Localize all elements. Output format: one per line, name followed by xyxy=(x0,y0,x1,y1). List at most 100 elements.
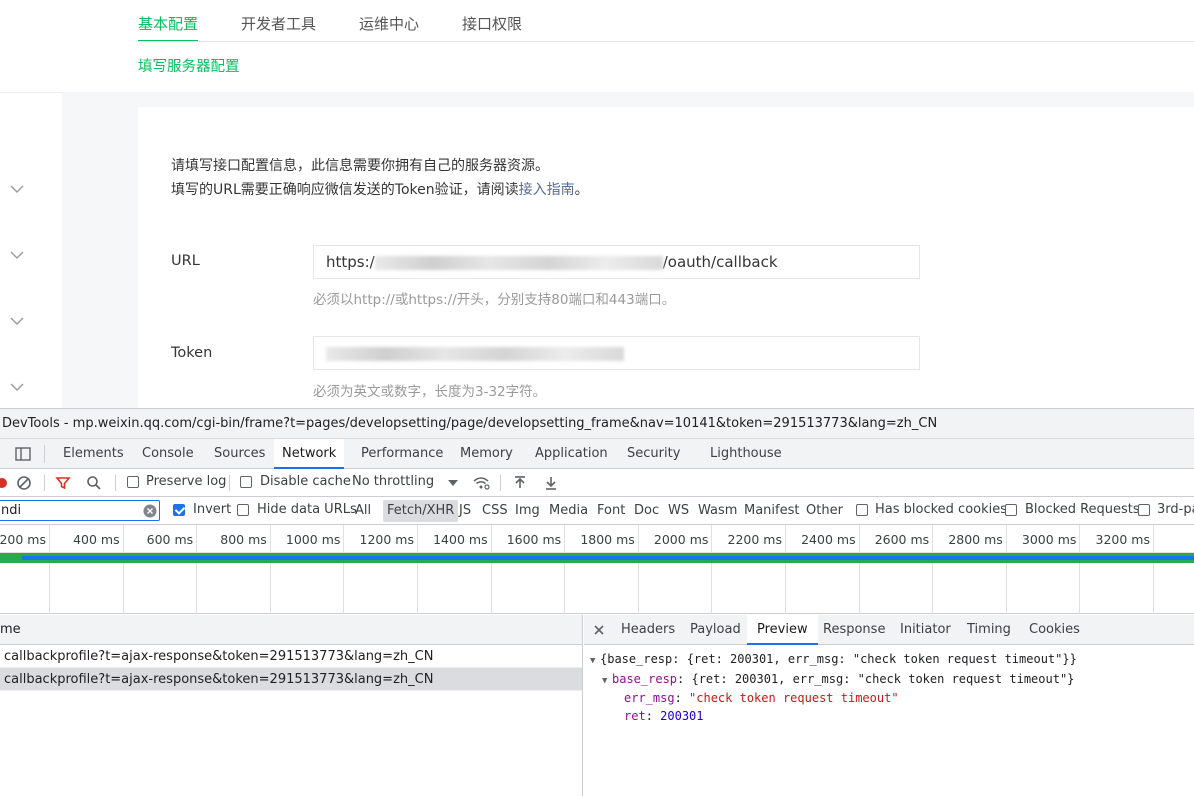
dropdown-arrow-icon[interactable] xyxy=(445,475,461,491)
request-detail-panel: Headers Payload Preview Response Initiat… xyxy=(584,615,1194,796)
timeline-tick-label: 800 ms xyxy=(220,532,267,547)
request-list: me callbackprofile?t=ajax-response&token… xyxy=(0,615,583,796)
chevron-down-icon[interactable] xyxy=(10,248,24,262)
tab-cookies[interactable]: Cookies xyxy=(1029,615,1080,645)
hide-data-urls-checkbox[interactable] xyxy=(237,504,249,516)
redacted-blur xyxy=(326,346,624,361)
preview-number-value: 200301 xyxy=(660,708,704,723)
preview-root-text: {base_resp: {ret: 200301, err_msg: "chec… xyxy=(600,652,1077,666)
record-icon[interactable] xyxy=(0,475,10,491)
tab-sources[interactable]: Sources xyxy=(214,439,265,469)
network-toolbar: Preserve log Disable cache No throttling xyxy=(0,469,1194,497)
filter-type-all[interactable]: All xyxy=(355,497,371,525)
blocked-requests-checkbox[interactable] xyxy=(1005,504,1017,516)
invert-checkbox[interactable] xyxy=(173,504,185,516)
timeline-tick-label: 2200 ms xyxy=(727,532,782,547)
clear-filter-icon[interactable] xyxy=(143,504,157,518)
export-har-icon[interactable] xyxy=(543,475,559,491)
tab-performance[interactable]: Performance xyxy=(361,439,443,469)
close-icon[interactable] xyxy=(592,622,606,636)
guide-link[interactable]: 接入指南 xyxy=(519,182,575,198)
sidebar-divider xyxy=(0,92,62,93)
timeline-tick: 2200 ms xyxy=(728,525,786,614)
network-timeline-overview[interactable]: 200 ms 400 ms 600 ms 800 ms 1000 ms 1200 ms 14… xyxy=(0,525,1194,614)
tab-payload[interactable]: Payload xyxy=(690,615,741,645)
tab-security[interactable]: Security xyxy=(627,439,680,469)
timeline-tick-label: 600 ms xyxy=(146,532,194,547)
disable-cache-label: Disable cache xyxy=(260,474,351,489)
request-row[interactable]: callbackprofile?t=ajax-response&token=29… xyxy=(0,668,582,691)
timeline-tick-label: 1600 ms xyxy=(506,532,562,547)
tab-developer-tools[interactable]: 开发者工具 xyxy=(241,0,316,42)
has-blocked-cookies-checkbox[interactable] xyxy=(856,504,868,516)
timeline-tick-label: 3000 ms xyxy=(1021,532,1077,547)
timeline-tick-label: 2400 ms xyxy=(801,532,856,547)
import-har-icon[interactable] xyxy=(512,475,528,491)
throttling-select[interactable]: No throttling xyxy=(352,474,434,489)
filter-type-font[interactable]: Font xyxy=(597,497,625,525)
filter-icon[interactable] xyxy=(55,475,71,491)
timeline-tick: 2600 ms xyxy=(875,525,934,614)
tab-timing[interactable]: Timing xyxy=(967,615,1011,645)
disable-cache-checkbox[interactable] xyxy=(240,476,252,488)
url-input[interactable]: https:/ /oauth/callback xyxy=(313,245,920,279)
chevron-down-icon[interactable] xyxy=(10,314,24,328)
timeline-tick: 1800 ms xyxy=(580,525,639,614)
tab-response[interactable]: Response xyxy=(823,615,885,645)
toolbar-divider xyxy=(44,445,45,463)
timeline-tick-label: 2600 ms xyxy=(874,532,930,547)
preview-root-line[interactable]: ▼ {base_resp: {ret: 200301, err_msg: "che… xyxy=(590,651,1194,671)
expand-triangle-icon[interactable]: ▼ xyxy=(602,673,612,691)
tab-api-permissions[interactable]: 接口权限 xyxy=(462,0,522,42)
page-tabs: 基本配置 开发者工具 运维中心 接口权限 xyxy=(138,0,565,42)
tab-elements[interactable]: Elements xyxy=(63,439,124,469)
filter-type-js[interactable]: JS xyxy=(459,497,471,525)
tab-initiator[interactable]: Initiator xyxy=(900,615,951,645)
filter-type-ws[interactable]: WS xyxy=(668,497,689,525)
filter-type-other[interactable]: Other xyxy=(806,497,843,525)
preview-err-msg-line: err_msg: "check token request timeout" xyxy=(624,691,899,705)
chevron-down-icon[interactable] xyxy=(10,182,24,196)
third-party-checkbox[interactable] xyxy=(1138,504,1150,516)
chevron-down-icon[interactable] xyxy=(10,380,24,394)
tab-application[interactable]: Application xyxy=(535,439,608,469)
token-input[interactable] xyxy=(313,336,920,370)
timeline-tick-label: 1400 ms xyxy=(433,532,488,547)
filter-input[interactable]: ndi xyxy=(0,500,160,521)
filter-type-wasm[interactable]: Wasm xyxy=(698,497,737,525)
url-hint: 必须以http://或https://开头，分别支持80端口和443端口。 xyxy=(313,292,676,308)
tab-network[interactable]: Network xyxy=(274,439,345,469)
request-list-header[interactable]: me xyxy=(0,615,582,645)
timeline-tick: 1400 ms xyxy=(433,525,492,614)
preview-base-resp-line[interactable]: ▼ base_resp: {ret: 200301, err_msg: "chec… xyxy=(590,671,1194,691)
timeline-ticks: 200 ms 400 ms 600 ms 800 ms 1000 ms 1200 ms 14… xyxy=(0,525,1194,614)
search-icon[interactable] xyxy=(86,475,102,491)
preserve-log-checkbox[interactable] xyxy=(127,476,139,488)
filter-type-css[interactable]: CSS xyxy=(482,497,508,525)
page-subtitle: 填写服务器配置 xyxy=(138,59,240,75)
dock-side-icon[interactable] xyxy=(14,445,32,463)
tab-lighthouse[interactable]: Lighthouse xyxy=(710,439,782,469)
filter-type-manifest[interactable]: Manifest xyxy=(744,497,799,525)
clear-icon[interactable] xyxy=(16,475,32,491)
tab-console[interactable]: Console xyxy=(142,439,194,469)
preview-ret-line: ret: 200301 xyxy=(624,708,704,723)
tab-preview[interactable]: Preview xyxy=(747,615,818,645)
expand-triangle-icon[interactable]: ▼ xyxy=(590,653,600,671)
left-sidebar xyxy=(0,0,62,408)
request-row[interactable]: callbackprofile?t=ajax-response&token=29… xyxy=(0,645,582,668)
tab-headers[interactable]: Headers xyxy=(621,615,675,645)
timeline-tick: 2400 ms xyxy=(801,525,860,614)
redacted-blur xyxy=(374,255,663,270)
tab-ops-center[interactable]: 运维中心 xyxy=(359,0,419,42)
has-blocked-cookies-label: Has blocked cookies xyxy=(875,502,1008,517)
timeline-tick: 600 ms xyxy=(147,525,198,614)
toolbar-divider xyxy=(44,475,45,491)
filter-type-doc[interactable]: Doc xyxy=(634,497,659,525)
filter-type-media[interactable]: Media xyxy=(549,497,588,525)
filter-type-fetch-xhr[interactable]: Fetch/XHR xyxy=(383,500,459,522)
tab-basic-config[interactable]: 基本配置 xyxy=(138,0,199,42)
filter-type-img[interactable]: Img xyxy=(515,497,540,525)
network-conditions-icon[interactable] xyxy=(472,475,490,491)
tab-memory[interactable]: Memory xyxy=(460,439,513,469)
